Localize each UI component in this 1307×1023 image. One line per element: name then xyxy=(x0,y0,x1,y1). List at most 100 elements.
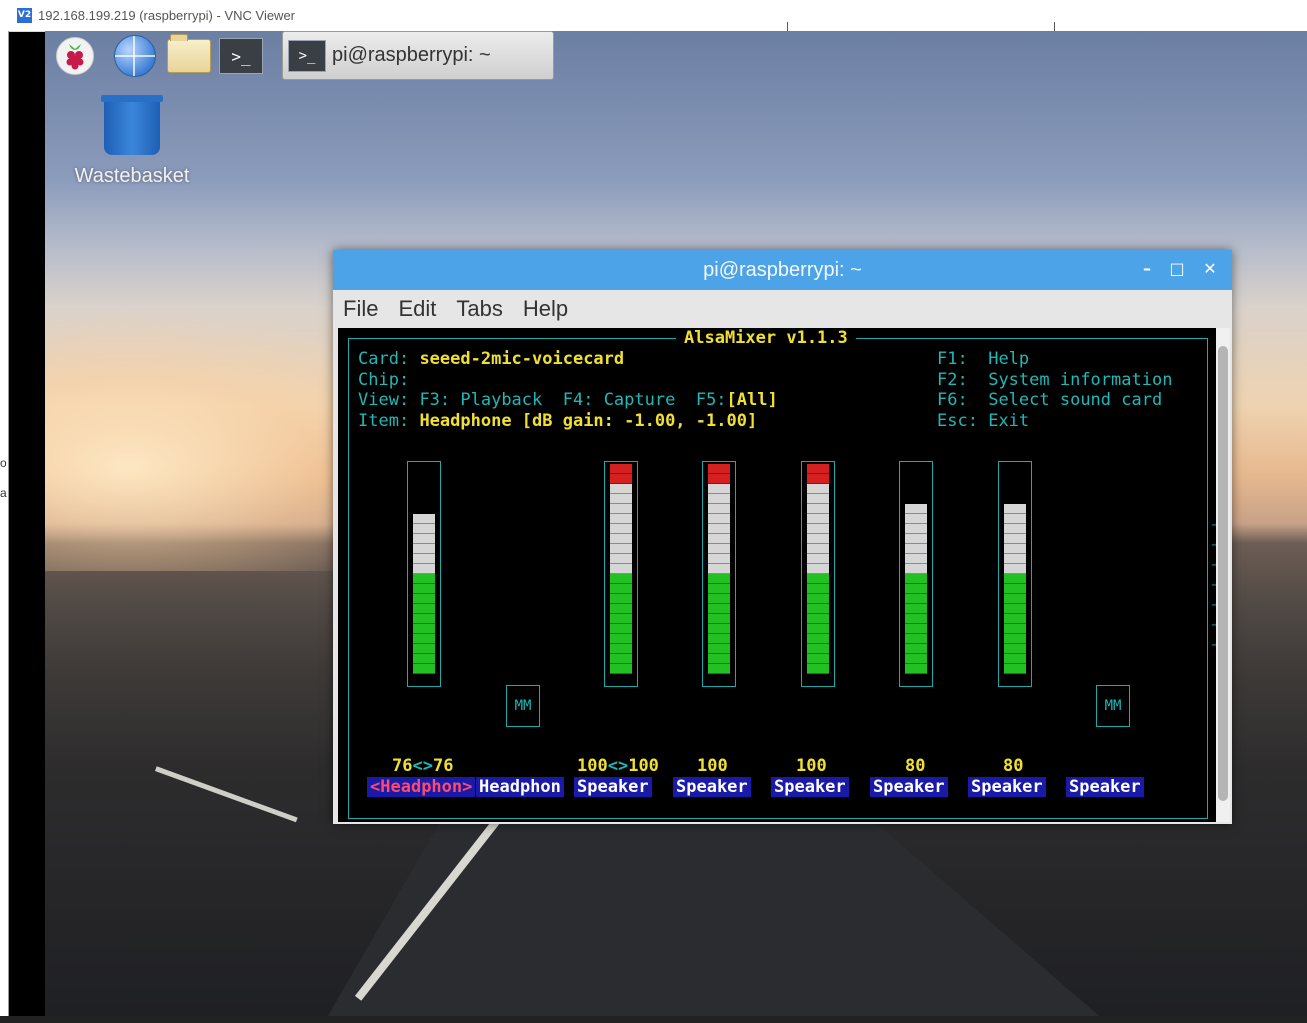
view-f5-key: F5: xyxy=(695,390,727,410)
close-button[interactable]: ✕ xyxy=(1201,260,1219,278)
meter-segment xyxy=(610,654,632,664)
meter-segment xyxy=(708,594,730,604)
meter-segment xyxy=(905,594,927,604)
help-row-f2: F2: System information xyxy=(937,370,1173,390)
channel-name-speaker[interactable]: Speaker xyxy=(673,777,751,797)
meter-segment xyxy=(807,664,829,674)
meter-segment xyxy=(1004,644,1026,654)
menu-edit[interactable]: Edit xyxy=(398,296,436,322)
meter-segment xyxy=(1004,544,1026,554)
volume-meter-speaker[interactable] xyxy=(702,461,736,687)
meter-segment xyxy=(413,574,435,584)
meter-segment xyxy=(1004,524,1026,534)
meter-segment xyxy=(708,584,730,594)
meter-segment xyxy=(905,524,927,534)
meter-segment xyxy=(708,624,730,634)
meter-segment xyxy=(1004,554,1026,564)
terminal-window-title: pi@raspberrypi: ~ xyxy=(703,259,862,281)
view-f4-capture[interactable]: F4: Capture xyxy=(563,390,676,410)
channel-name-speaker[interactable]: Speaker xyxy=(1066,777,1144,797)
meter-segment xyxy=(807,634,829,644)
meter-segment xyxy=(807,504,829,514)
channel-name-headphone-selected[interactable]: <Headphon> xyxy=(367,777,476,797)
channel-name-headphone[interactable]: Headphon xyxy=(476,777,564,797)
vnc-title-bar: V2 192.168.199.219 (raspberrypi) - VNC V… xyxy=(0,0,1307,35)
wastebasket-desktop-icon[interactable]: Wastebasket xyxy=(67,95,197,188)
help-esc-text[interactable]: Exit xyxy=(988,411,1029,431)
meter-segment xyxy=(807,524,829,534)
help-f1-text[interactable]: Help xyxy=(988,349,1029,369)
volume-meter-speaker[interactable] xyxy=(801,461,835,687)
meter-segment xyxy=(807,484,829,494)
mute-switch-speaker[interactable]: MM xyxy=(1096,685,1130,727)
meter-segment xyxy=(610,614,632,624)
meter-segment xyxy=(413,654,435,664)
remote-desktop: >_ >_ pi@raspberrypi: ~ Wastebasket pi@r… xyxy=(45,31,1307,1016)
meter-segment xyxy=(708,614,730,624)
help-f2-text[interactable]: System information xyxy=(988,370,1172,390)
terminal-title-bar[interactable]: pi@raspberrypi: ~ – □ ✕ xyxy=(333,250,1232,290)
channel-name-speaker[interactable]: Speaker xyxy=(870,777,948,797)
meter-segment xyxy=(413,564,435,574)
taskbar-terminal-task[interactable]: >_ pi@raspberrypi: ~ xyxy=(282,31,554,80)
help-row-f1: F1: Help xyxy=(937,349,1030,369)
meter-segment xyxy=(708,554,730,564)
chip-row: Chip: xyxy=(358,370,409,390)
meter-segment xyxy=(708,634,730,644)
channel-value: 80 xyxy=(905,756,926,776)
volume-meter-speaker[interactable] xyxy=(998,461,1032,687)
item-label: Item: xyxy=(358,411,410,431)
meter-segment xyxy=(708,514,730,524)
meter-segment xyxy=(708,524,730,534)
meter-segment xyxy=(807,644,829,654)
file-manager-folder-icon[interactable] xyxy=(167,34,211,76)
menu-help[interactable]: Help xyxy=(523,296,568,322)
meter-segment xyxy=(905,584,927,594)
card-row: Card: seeed-2mic-voicecard xyxy=(358,349,624,369)
chip-label: Chip: xyxy=(358,370,410,390)
meter-segment xyxy=(610,564,632,574)
meter-segment xyxy=(905,614,927,624)
meter-segment xyxy=(807,464,829,474)
meter-segment xyxy=(807,654,829,664)
meter-segment xyxy=(413,584,435,594)
meter-segment xyxy=(905,664,927,674)
help-row-f6: F6: Select sound card xyxy=(937,390,1163,410)
meter-segment xyxy=(807,604,829,614)
channel-value: 76<>76 xyxy=(392,756,454,776)
channel-name-speaker[interactable]: Speaker xyxy=(771,777,849,797)
meter-segment xyxy=(708,504,730,514)
volume-meter-speaker[interactable] xyxy=(899,461,933,687)
channel-name-speaker[interactable]: Speaker xyxy=(968,777,1046,797)
terminal-scrollbar[interactable] xyxy=(1216,328,1230,822)
meter-segment xyxy=(1004,574,1026,584)
meter-segment xyxy=(807,624,829,634)
help-row-esc: Esc: Exit xyxy=(937,411,1030,431)
channel-value: 100 xyxy=(796,756,827,776)
help-f6-text[interactable]: Select sound card xyxy=(988,390,1162,410)
scrollbar-thumb[interactable] xyxy=(1218,346,1228,801)
terminal-screen[interactable]: AlsaMixer v1.1.3 Card: seeed-2mic-voicec… xyxy=(338,328,1218,822)
channel-name-speaker[interactable]: Speaker xyxy=(574,777,652,797)
meter-segment xyxy=(708,664,730,674)
meter-segment xyxy=(1004,504,1026,514)
view-f5-all[interactable]: [All] xyxy=(727,390,778,410)
meter-segment xyxy=(413,644,435,654)
raspberry-pi-menu-icon[interactable] xyxy=(53,36,97,76)
volume-meter-speaker[interactable] xyxy=(604,461,638,687)
meter-segment xyxy=(413,614,435,624)
menu-file[interactable]: File xyxy=(343,296,378,322)
mute-switch-headphone[interactable]: MM xyxy=(506,685,540,727)
meter-segment xyxy=(610,624,632,634)
volume-meter-headphone[interactable] xyxy=(407,461,441,687)
view-f3-playback[interactable]: F3: Playback xyxy=(419,390,542,410)
meter-segment xyxy=(610,484,632,494)
terminal-icon[interactable]: >_ xyxy=(219,36,263,76)
web-browser-globe-icon[interactable] xyxy=(113,35,157,77)
meter-segment xyxy=(413,624,435,634)
minimize-button[interactable]: – xyxy=(1138,260,1156,278)
wallpaper-road-line xyxy=(155,766,298,823)
maximize-button[interactable]: □ xyxy=(1168,260,1186,278)
menu-tabs[interactable]: Tabs xyxy=(456,296,502,322)
meter-segment xyxy=(708,604,730,614)
